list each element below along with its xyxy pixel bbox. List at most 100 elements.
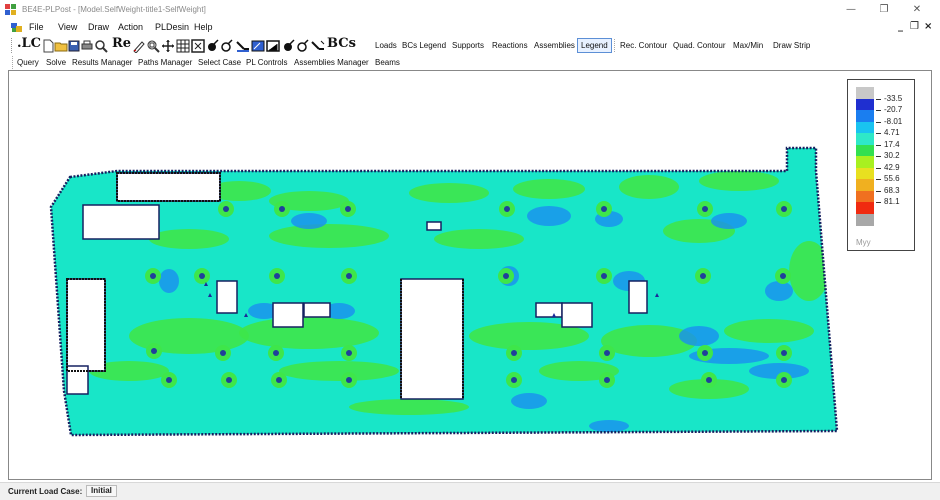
supports-button[interactable]: Supports [452,41,484,50]
print-icon[interactable] [80,39,94,53]
legend-swatch [856,110,874,122]
contour-band-green [149,229,229,249]
legend-tick [876,133,881,134]
results-manager-button[interactable]: Results Manager [72,58,132,67]
load-case-button[interactable]: .LC [17,36,41,51]
legend-swatch [856,98,874,111]
contour-band-blue [711,213,747,229]
loads-button[interactable]: Loads [375,41,397,50]
contour-band-green [409,183,489,203]
save-icon[interactable] [67,39,81,53]
menu-view[interactable]: View [58,22,77,32]
mdi-close-button[interactable]: × [924,21,932,32]
contour-legend: -33.5 -20.7 -8.01 4.71 17.4 30.2 42.9 55.6 68.3 8… [847,79,915,251]
toolbar-grip[interactable] [11,38,13,53]
contour-band-blue [765,281,793,301]
legend-value: -20.7 [884,105,903,114]
current-load-case-value: Initial [86,485,117,497]
toolbar2-grip[interactable] [12,56,13,69]
legend-tick [876,167,881,169]
beams-button[interactable]: Beams [375,58,400,67]
pan-move-icon[interactable] [161,39,175,53]
contour-canvas[interactable]: -33.5 -20.7 -8.01 4.71 17.4 30.2 42.9 55.6 68.3 8… [8,70,932,480]
column-marker [604,377,610,383]
zoom-window-icon[interactable] [146,39,160,53]
column-marker [781,350,787,356]
legend-button[interactable]: Legend [577,38,612,53]
area-load-2-icon[interactable] [266,39,280,53]
query-button[interactable]: Query [17,58,39,67]
draw-strip-button[interactable]: Draw Strip [773,41,810,50]
moment-2-icon[interactable] [296,39,310,53]
line-load-2-icon[interactable] [311,39,325,53]
moment-icon[interactable] [220,39,234,53]
quad-contour-button[interactable]: Quad. Contour [673,41,725,50]
legend-swatch [856,213,874,226]
rec-contour-button[interactable]: Rec. Contour [620,41,667,50]
column-marker [346,350,352,356]
assemblies-button[interactable]: Assemblies [534,41,575,50]
legend-swatch [856,202,874,214]
column-marker [166,377,172,383]
close-window-button[interactable]: ✕ [902,2,932,18]
paths-manager-button[interactable]: Paths Manager [138,58,192,67]
regenerate-button[interactable]: Re [112,36,131,51]
bcs-button[interactable]: BCs [327,36,356,51]
column-marker [220,350,226,356]
contour-band-blue [291,213,327,229]
reactions-button[interactable]: Reactions [492,41,528,50]
mdi-restore-button[interactable]: ❐ [910,21,919,32]
point-load-icon[interactable] [206,39,220,53]
contour-band-green [513,179,585,199]
select-case-button[interactable]: Select Case [198,58,241,67]
slab-contour-plot[interactable] [9,71,932,480]
point-load-2-icon[interactable] [282,39,296,53]
menu-draw[interactable]: Draw [88,22,109,32]
pl-controls-button[interactable]: PL Controls [246,58,288,67]
mdi-minimize-button[interactable]: _ [898,21,903,32]
legend-tick [876,144,881,146]
bcs-legend-button[interactable]: BCs Legend [402,41,446,50]
slab-opening [66,278,106,372]
slab-opening [303,302,331,318]
assemblies-manager-button[interactable]: Assemblies Manager [294,58,369,67]
fit-zoom-icon[interactable] [191,39,205,53]
contour-band-green [619,175,679,199]
column-marker [780,273,786,279]
legend-tick [876,190,881,192]
zoom-search-icon[interactable] [94,39,108,53]
max-min-button[interactable]: Max/Min [733,41,763,50]
status-bar: Current Load Case: Initial [0,482,940,500]
line-load-icon[interactable] [236,39,250,53]
legend-swatch [856,179,874,191]
document-icon[interactable] [11,22,22,33]
menu-help[interactable]: Help [194,22,213,32]
legend-tick [876,202,881,203]
area-load-icon[interactable] [251,39,265,53]
legend-swatch [856,156,874,168]
column-marker [199,273,205,279]
solve-button[interactable]: Solve [46,58,66,67]
draw-pencil-icon[interactable] [132,39,146,53]
menu-action[interactable]: Action [118,22,143,32]
legend-tick [876,110,881,111]
column-marker [276,377,282,383]
mesh-grid-icon[interactable] [176,39,190,53]
minimize-button[interactable]: — [836,2,866,18]
legend-swatch [856,133,874,145]
maximize-button[interactable]: ❐ [869,2,899,18]
column-marker [504,206,510,212]
contour-band-green [279,361,399,381]
menu-file[interactable]: File [29,22,44,32]
legend-swatch [856,87,874,99]
open-folder-icon[interactable] [54,39,68,53]
app-logo-icon [5,4,16,15]
menu-pldesin[interactable]: PLDesin [155,22,189,32]
legend-value: -8.01 [884,116,903,126]
column-marker [511,377,517,383]
new-file-icon[interactable] [41,39,55,53]
contour-band-blue [679,326,719,346]
column-marker [279,206,285,212]
legend-value: 30.2 [884,151,900,160]
contour-band-green [349,399,469,415]
